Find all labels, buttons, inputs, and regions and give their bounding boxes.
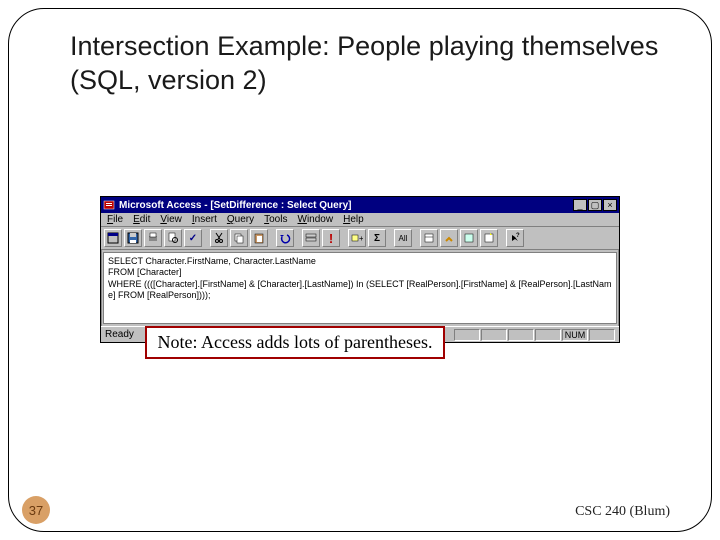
print-button[interactable] (144, 229, 162, 247)
note-callout: Note: Access adds lots of parentheses. (145, 326, 445, 359)
database-window-button[interactable] (460, 229, 478, 247)
svg-text:+: + (359, 234, 363, 243)
status-cell (481, 329, 507, 341)
view-mode-button[interactable] (104, 229, 122, 247)
cut-button[interactable] (210, 229, 228, 247)
menu-file[interactable]: FFileile (107, 214, 123, 225)
status-cell (535, 329, 561, 341)
print-preview-button[interactable] (164, 229, 182, 247)
totals-button[interactable]: Σ (368, 229, 386, 247)
window-titlebar: Microsoft Access - [SetDifference : Sele… (101, 197, 619, 213)
status-cell (589, 329, 615, 341)
close-button[interactable]: × (603, 199, 617, 211)
status-cell (454, 329, 480, 341)
menu-tools[interactable]: Tools (264, 214, 287, 225)
status-num-indicator: NUM (562, 329, 588, 341)
slide-title: Intersection Example: People playing the… (70, 30, 660, 98)
menu-edit[interactable]: Edit (133, 214, 150, 225)
menu-bar: FFileile Edit View Insert Query Tools Wi… (101, 213, 619, 227)
properties-button[interactable] (420, 229, 438, 247)
toolbar: ✓ ! + Σ All ? (101, 227, 619, 250)
menu-insert[interactable]: Insert (192, 214, 217, 225)
spell-check-button[interactable]: ✓ (184, 229, 202, 247)
maximize-button[interactable]: ▢ (588, 199, 602, 211)
menu-view[interactable]: View (160, 214, 182, 225)
show-table-button[interactable]: + (348, 229, 366, 247)
copy-button[interactable] (230, 229, 248, 247)
run-button[interactable]: ! (322, 229, 340, 247)
menu-window[interactable]: Window (297, 214, 333, 225)
window-title-text: Microsoft Access - [SetDifference : Sele… (119, 200, 573, 211)
menu-query[interactable]: Query (227, 214, 254, 225)
help-button[interactable]: ? (506, 229, 524, 247)
menu-help[interactable]: Help (343, 214, 364, 225)
access-window: Microsoft Access - [SetDifference : Sele… (100, 196, 620, 343)
sql-text-area[interactable]: SELECT Character.FirstName, Character.La… (103, 252, 617, 324)
build-button[interactable] (440, 229, 458, 247)
access-app-icon (103, 199, 115, 211)
save-button[interactable] (124, 229, 142, 247)
status-cell (508, 329, 534, 341)
svg-text:?: ? (516, 233, 520, 239)
slide-number-badge: 37 (22, 496, 50, 524)
minimize-button[interactable]: _ (573, 199, 587, 211)
query-type-button[interactable] (302, 229, 320, 247)
window-control-buttons: _ ▢ × (573, 199, 617, 211)
slide-footer: CSC 240 (Blum) (575, 504, 670, 520)
top-values-button[interactable]: All (394, 229, 412, 247)
undo-button[interactable] (276, 229, 294, 247)
new-object-button[interactable] (480, 229, 498, 247)
paste-button[interactable] (250, 229, 268, 247)
